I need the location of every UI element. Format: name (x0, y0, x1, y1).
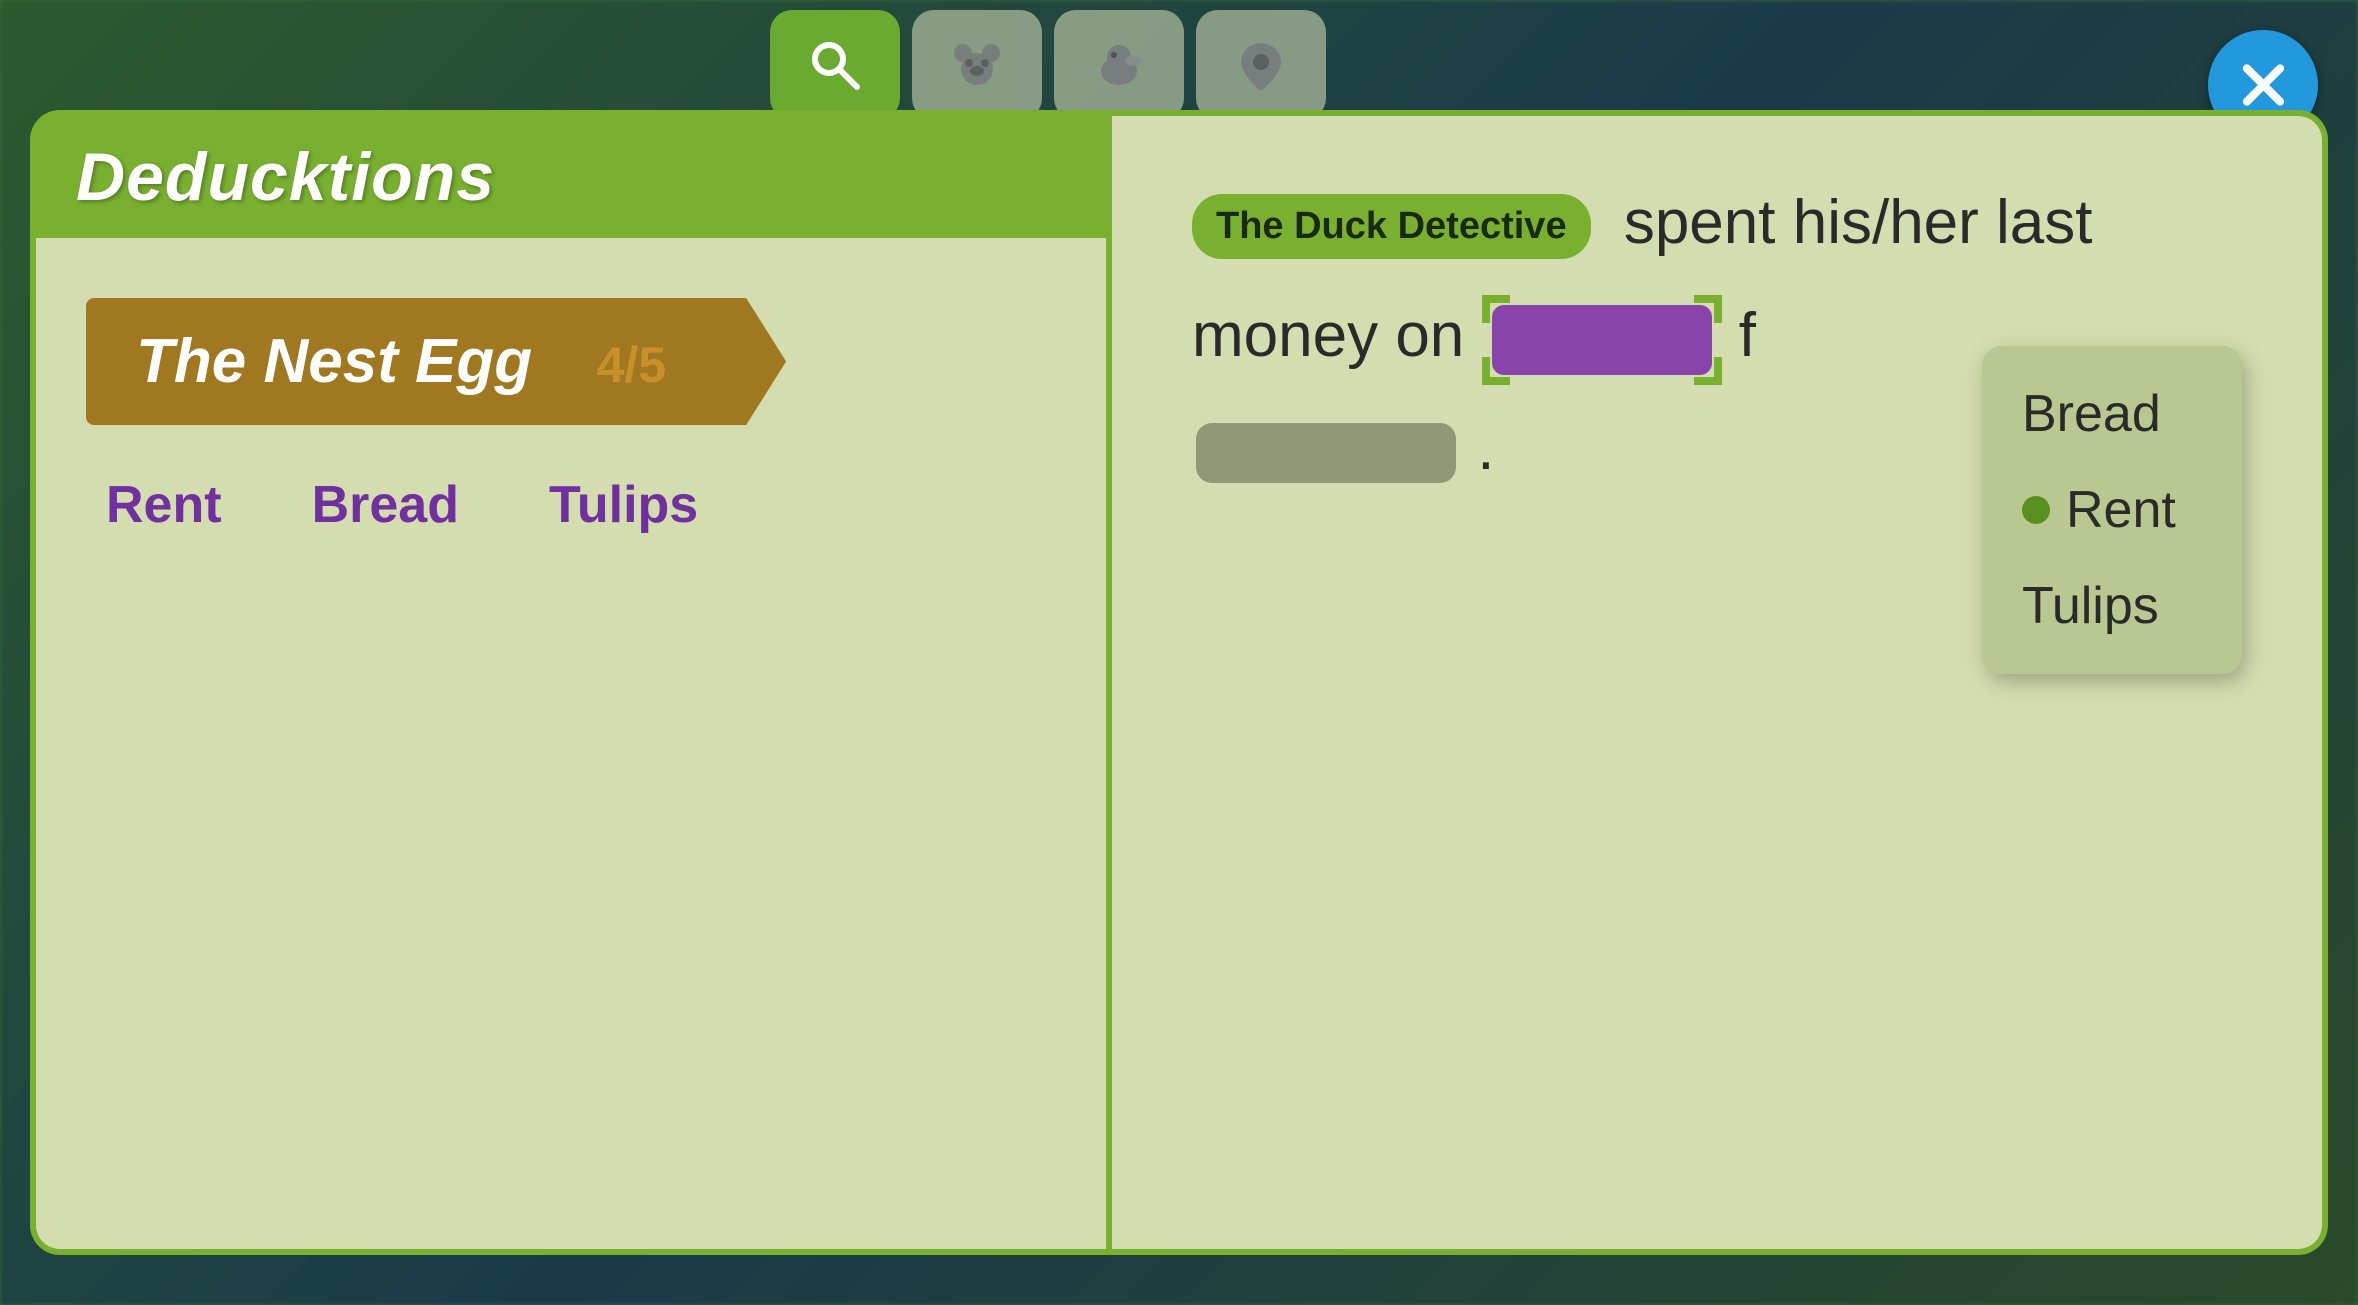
selected-indicator (2022, 496, 2050, 524)
tab-duck[interactable] (1054, 10, 1184, 120)
left-page: Deducktions The Nest Egg 4/5 Rent Bread … (30, 110, 1109, 1255)
answer-option-rent[interactable]: Rent (106, 475, 222, 535)
blank-slot-inner (1492, 305, 1712, 375)
answer-option-bread[interactable]: Bread (312, 475, 459, 535)
answer-dropdown: Bread Rent Tulips (1982, 346, 2242, 674)
top-navigation (770, 10, 1326, 120)
banner-shape: The Nest Egg 4/5 (86, 298, 786, 425)
right-page: The Duck Detective spent his/her last mo… (1109, 110, 2328, 1255)
chapter-progress: 4/5 (597, 337, 667, 393)
tab-location[interactable] (1196, 10, 1326, 120)
left-page-content: The Nest Egg 4/5 Rent Bread Tulips (36, 238, 1106, 595)
dropdown-item-bread[interactable]: Bread (1982, 366, 2242, 462)
tab-bear[interactable] (912, 10, 1042, 120)
dropdown-label-rent: Rent (2066, 480, 2176, 540)
blank-answer-slot[interactable] (1492, 305, 1712, 375)
chapter-banner: The Nest Egg 4/5 (86, 298, 786, 425)
sentence-end: . (1477, 414, 1494, 483)
redacted-text (1196, 423, 1456, 483)
sentence-text-1: spent his/her last (1624, 188, 2093, 257)
tab-search[interactable] (770, 10, 900, 120)
dropdown-label-tulips: Tulips (2022, 576, 2159, 636)
chapter-name: The Nest Egg (136, 327, 532, 396)
deducktions-title: Deducktions (76, 138, 1066, 216)
book: Deducktions The Nest Egg 4/5 Rent Bread … (30, 110, 2328, 1255)
sentence-text-2: money on (1192, 301, 1464, 370)
sentence-text-3: f (1739, 301, 1756, 370)
sentence-line1: The Duck Detective spent his/her last (1192, 176, 2262, 269)
left-page-header: Deducktions (36, 116, 1106, 238)
dropdown-label-bread: Bread (2022, 384, 2161, 444)
dropdown-item-rent[interactable]: Rent (1982, 462, 2242, 558)
dropdown-item-tulips[interactable]: Tulips (1982, 558, 2242, 654)
answer-option-tulips[interactable]: Tulips (549, 475, 698, 535)
subject-badge: The Duck Detective (1192, 194, 1591, 259)
answer-options: Rent Bread Tulips (86, 475, 1056, 535)
